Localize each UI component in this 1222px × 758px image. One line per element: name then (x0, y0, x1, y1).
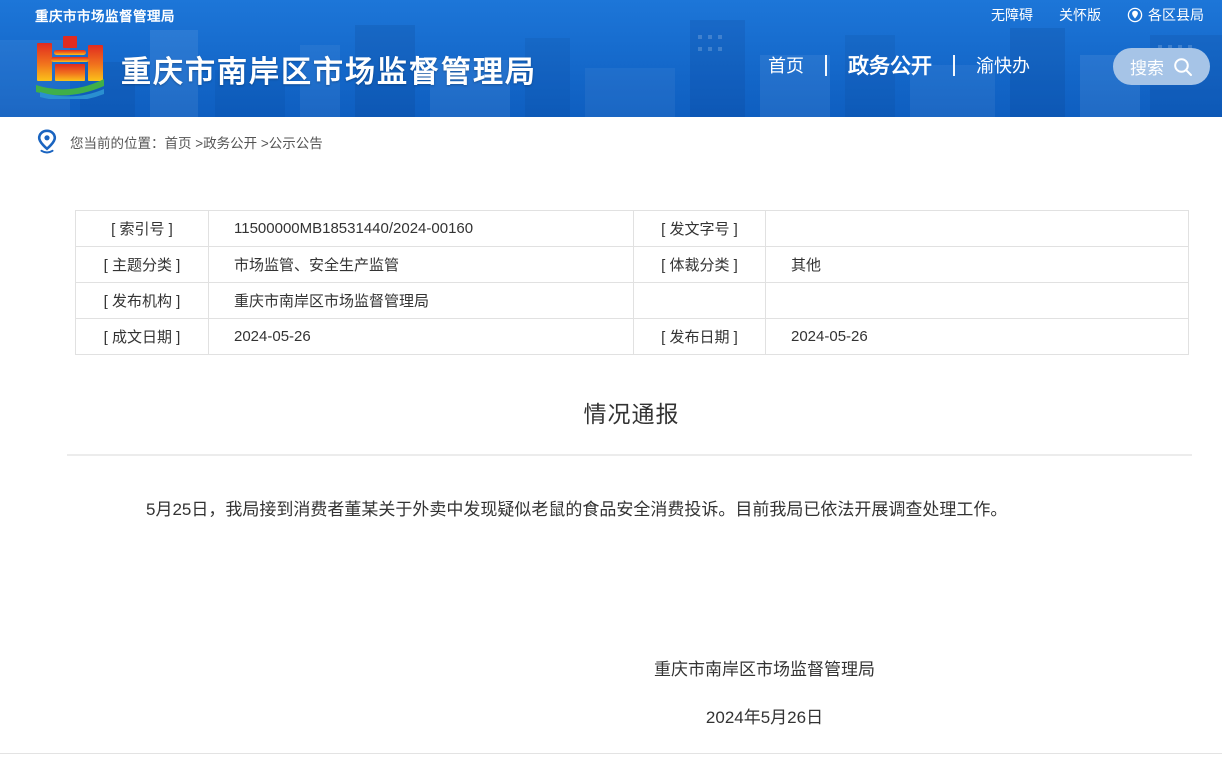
nav-separator (825, 55, 827, 76)
brand: 重庆市南岸区市场监督管理局 (33, 33, 537, 104)
breadcrumb-link[interactable]: 首页 (165, 136, 192, 151)
signature-agency: 重庆市南岸区市场监督管理局 (654, 655, 875, 680)
table-row: [ 成文日期 ]2024-05-26[ 发布日期 ]2024-05-26 (76, 319, 1189, 355)
topbar: 重庆市市场监督管理局 无障碍 关怀版 各区县局 (35, 5, 1204, 25)
meta-label: [ 体裁分类 ] (634, 247, 766, 283)
nav-item[interactable]: 首页 (768, 52, 804, 78)
meta-label: [ 索引号 ] (76, 211, 209, 247)
meta-value (766, 283, 1189, 319)
nav-item[interactable]: 政务公开 (848, 50, 932, 80)
meta-value (766, 211, 1189, 247)
topbar-link[interactable]: 各区县局 (1127, 5, 1204, 25)
meta-value: 市场监管、安全生产监管 (209, 247, 634, 283)
breadcrumb-bar: 您当前的位置： 首页 >政务公开 >公示公告 (0, 117, 1222, 166)
footer-divider (0, 753, 1222, 754)
meta-label: [ 主题分类 ] (76, 247, 209, 283)
table-row: [ 索引号 ]11500000MB18531440/2024-00160[ 发文… (76, 211, 1189, 247)
topbar-site-name[interactable]: 重庆市市场监督管理局 (35, 5, 175, 25)
search-button-label: 搜索 (1130, 54, 1164, 79)
breadcrumb-separator: > (257, 136, 269, 151)
agency-logo-icon (33, 33, 107, 104)
document-meta-table: [ 索引号 ]11500000MB18531440/2024-00160[ 发文… (75, 210, 1189, 355)
meta-label: [ 成文日期 ] (76, 319, 209, 355)
breadcrumb-link[interactable]: 公示公告 (269, 136, 323, 151)
topbar-link[interactable]: 关怀版 (1059, 5, 1101, 25)
breadcrumb-items: 首页 >政务公开 >公示公告 (165, 132, 323, 152)
document-body: 5月25日，我局接到消费者董某关于外卖中发现疑似老鼠的食品安全消费投诉。目前我局… (112, 493, 1143, 527)
location-pin-icon (37, 129, 57, 154)
nav-item[interactable]: 渝快办 (976, 52, 1030, 78)
nav-separator (953, 55, 955, 76)
table-row: [ 发布机构 ]重庆市南岸区市场监督管理局 (76, 283, 1189, 319)
breadcrumb-link[interactable]: 政务公开 (203, 136, 257, 151)
title-divider (67, 454, 1192, 456)
signature-block: 重庆市南岸区市场监督管理局 2024年5月26日 (654, 655, 875, 728)
main-nav: 首页 政务公开 渝快办 (768, 50, 1030, 80)
meta-label: [ 发布日期 ] (634, 319, 766, 355)
topbar-link[interactable]: 无障碍 (991, 5, 1033, 25)
meta-label (634, 283, 766, 319)
search-icon (1173, 57, 1193, 77)
meta-value: 2024-05-26 (209, 319, 634, 355)
document-title: 情况通报 (75, 395, 1188, 429)
breadcrumb: 您当前的位置： 首页 >政务公开 >公示公告 (70, 132, 323, 152)
meta-value: 2024-05-26 (766, 319, 1189, 355)
meta-value: 其他 (766, 247, 1189, 283)
breadcrumb-prefix: 您当前的位置： (70, 132, 165, 152)
site-header: 重庆市市场监督管理局 无障碍 关怀版 各区县局 (0, 0, 1222, 117)
document-content: [ 索引号 ]11500000MB18531440/2024-00160[ 发文… (75, 210, 1188, 728)
search-button[interactable]: 搜索 (1113, 48, 1210, 85)
signature-date: 2024年5月26日 (654, 703, 875, 728)
location-pin-circle-icon (1127, 7, 1143, 23)
meta-label: [ 发文字号 ] (634, 211, 766, 247)
agency-title: 重庆市南岸区市场监督管理局 (121, 47, 537, 91)
table-row: [ 主题分类 ]市场监管、安全生产监管[ 体裁分类 ]其他 (76, 247, 1189, 283)
breadcrumb-separator: > (192, 136, 204, 151)
meta-value: 重庆市南岸区市场监督管理局 (209, 283, 634, 319)
meta-label: [ 发布机构 ] (76, 283, 209, 319)
topbar-links: 无障碍 关怀版 各区县局 (991, 5, 1204, 25)
meta-value: 11500000MB18531440/2024-00160 (209, 211, 634, 247)
